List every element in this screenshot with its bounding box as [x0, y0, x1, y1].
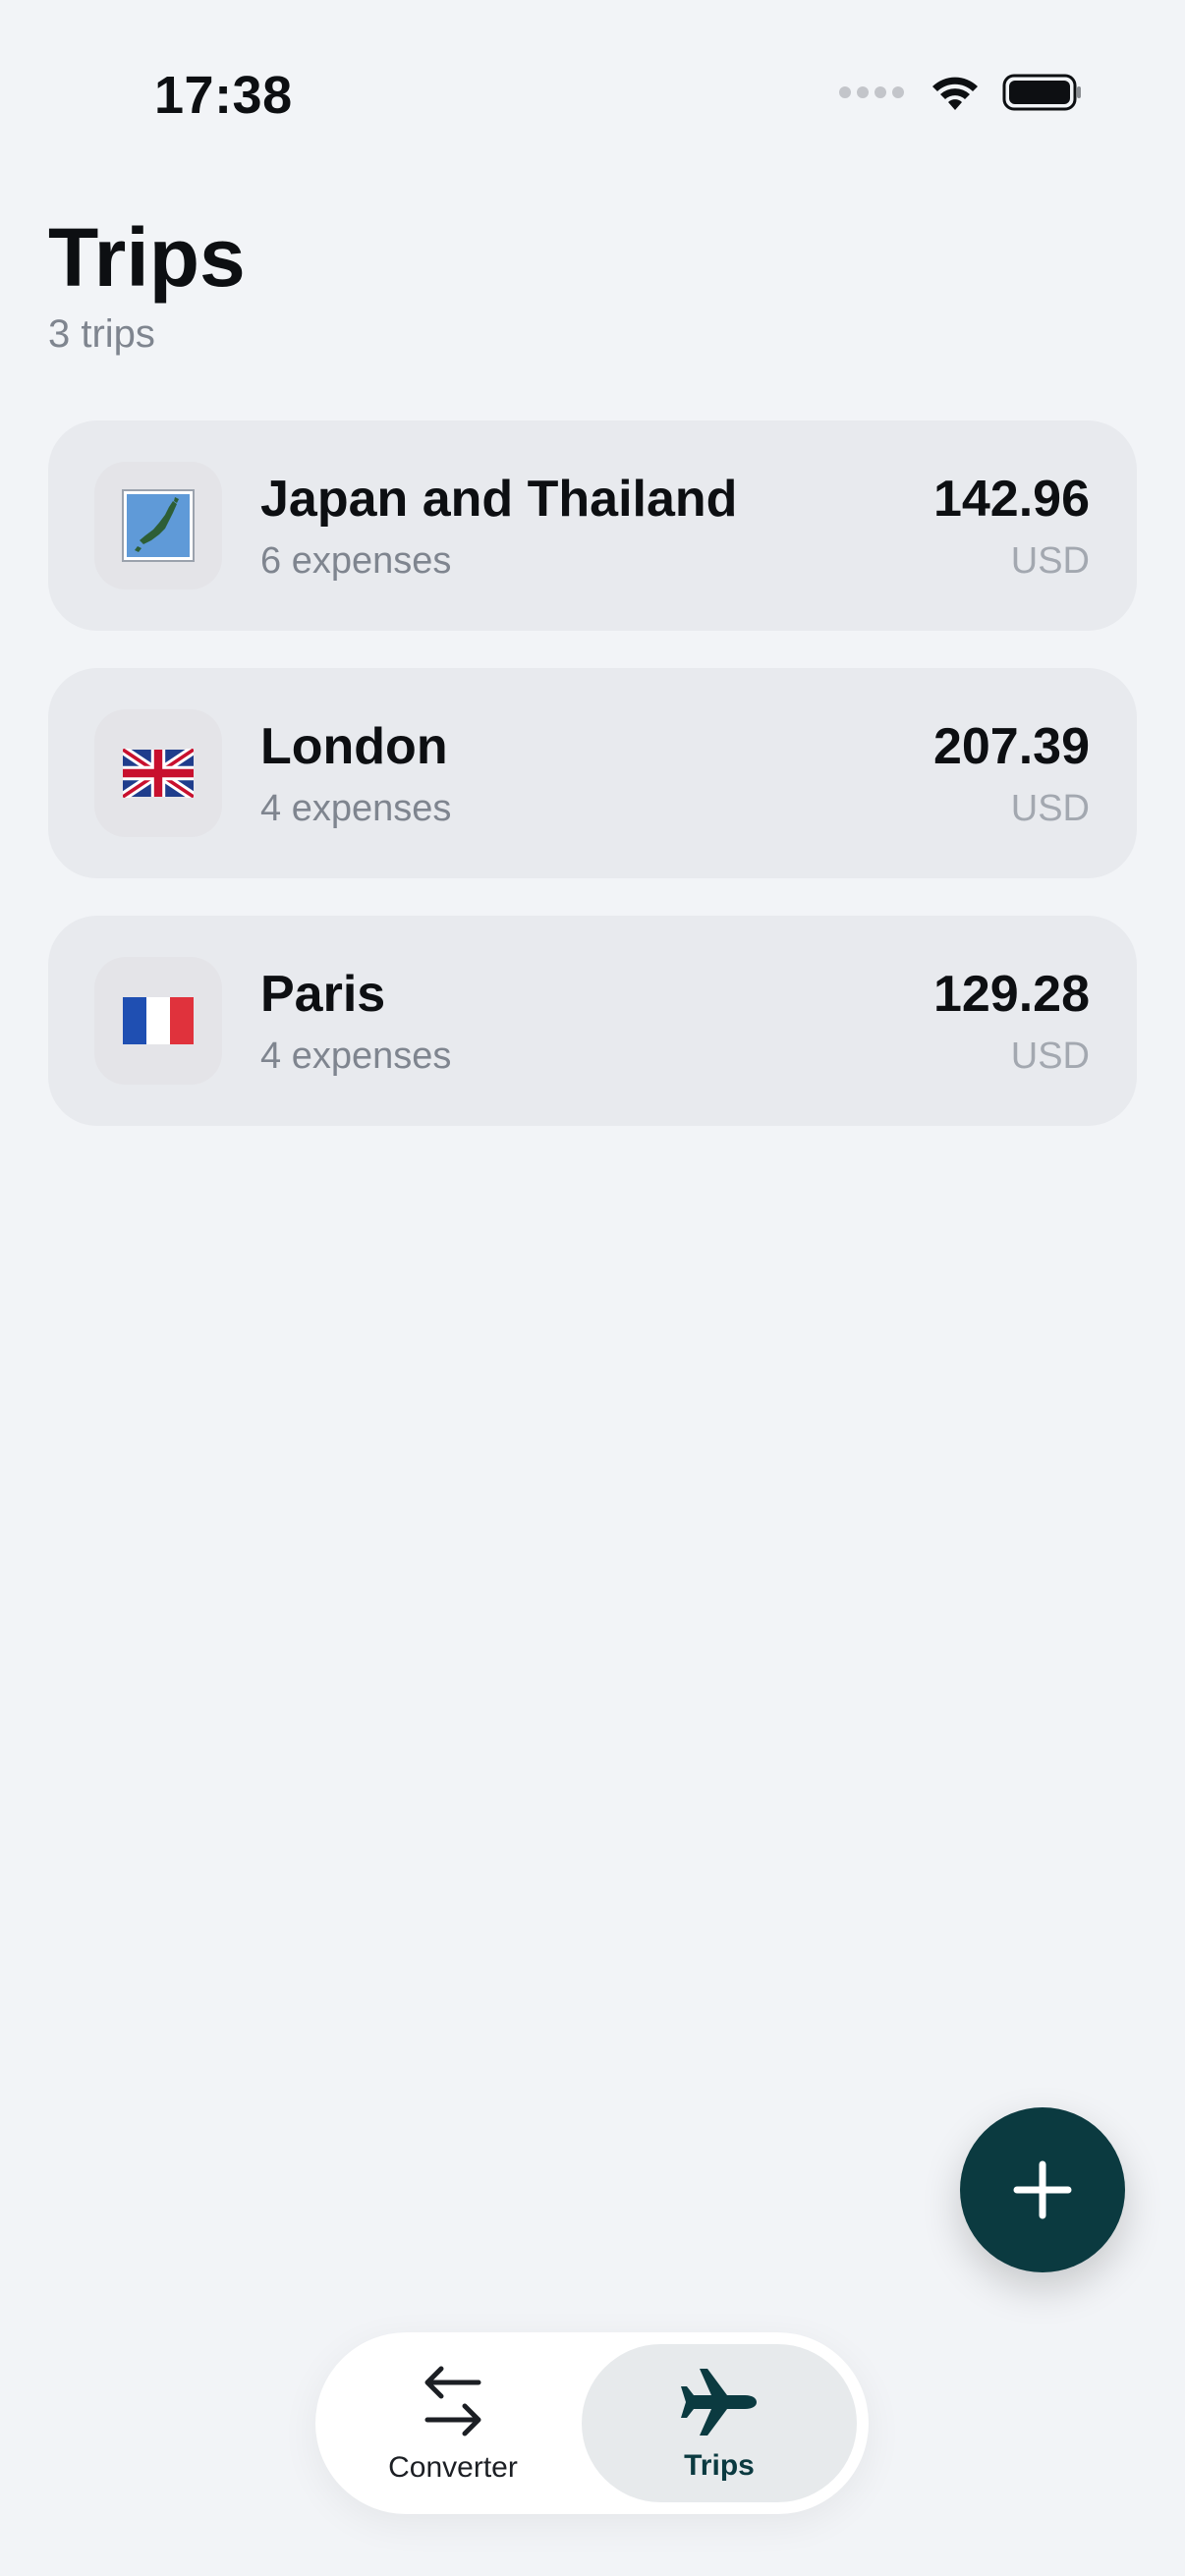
airplane-icon	[681, 2368, 757, 2436]
japan-map-icon	[94, 462, 222, 589]
trip-card-paris[interactable]: Paris 4 expenses 129.28 USD	[48, 916, 1137, 1126]
battery-icon	[1002, 74, 1081, 111]
wifi-icon	[932, 77, 978, 110]
trip-currency: USD	[1010, 1036, 1090, 1077]
status-time: 17:38	[154, 66, 293, 125]
trip-name: Paris	[260, 966, 386, 1023]
trip-name: London	[260, 718, 448, 775]
cellular-signal-icon	[839, 86, 904, 98]
uk-flag-icon	[94, 709, 222, 837]
trip-card-london[interactable]: London 4 expenses 207.39 USD	[48, 668, 1137, 878]
plus-icon	[1013, 2160, 1072, 2219]
trip-currency: USD	[1010, 788, 1090, 829]
trip-expense-count: 4 expenses	[260, 1036, 452, 1077]
france-flag-icon	[94, 957, 222, 1085]
trip-expense-count: 6 expenses	[260, 540, 452, 582]
trip-card-japan-and-thailand[interactable]: Japan and Thailand 6 expenses 142.96 USD	[48, 420, 1137, 631]
trip-total-amount: 142.96	[932, 471, 1090, 528]
trips-screen: 17:38 Trips 3 trips Japan and Thailand 6…	[0, 0, 1185, 2576]
trip-expense-count: 4 expenses	[260, 788, 452, 829]
add-trip-button[interactable]	[960, 2107, 1125, 2272]
tab-trips[interactable]: Trips	[582, 2344, 857, 2502]
tab-trips-label: Trips	[684, 2448, 755, 2482]
trip-count: 3 trips	[48, 312, 155, 356]
trip-total-amount: 129.28	[932, 966, 1090, 1023]
tab-converter-label: Converter	[388, 2450, 518, 2484]
tab-converter[interactable]: Converter	[327, 2344, 579, 2502]
arrows-swap-icon	[424, 2366, 481, 2436]
trip-total-amount: 207.39	[932, 718, 1090, 775]
tab-bar: Converter Trips	[315, 2332, 869, 2514]
trip-list: Japan and Thailand 6 expenses 142.96 USD…	[48, 420, 1137, 1163]
status-icons	[839, 73, 1083, 112]
trip-name: Japan and Thailand	[260, 471, 738, 528]
page-title: Trips	[48, 211, 246, 304]
trip-currency: USD	[1010, 540, 1090, 582]
